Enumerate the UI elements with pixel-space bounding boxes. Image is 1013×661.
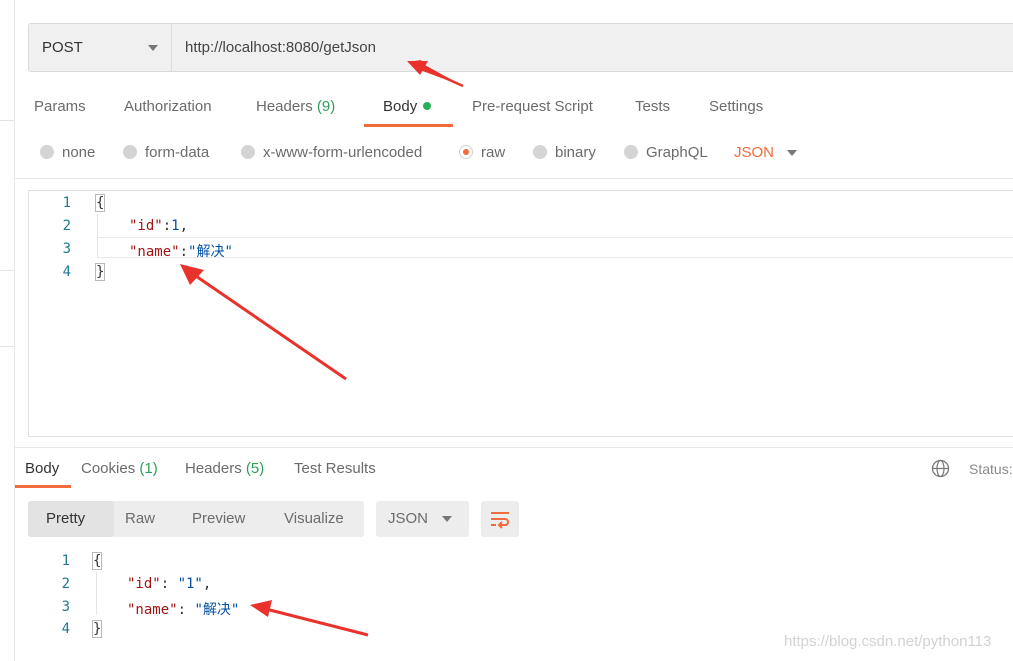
annotation-arrow xyxy=(180,264,347,381)
annotation-arrow xyxy=(250,600,369,637)
annotation-arrow xyxy=(407,60,464,88)
annotation-arrows xyxy=(180,60,464,637)
